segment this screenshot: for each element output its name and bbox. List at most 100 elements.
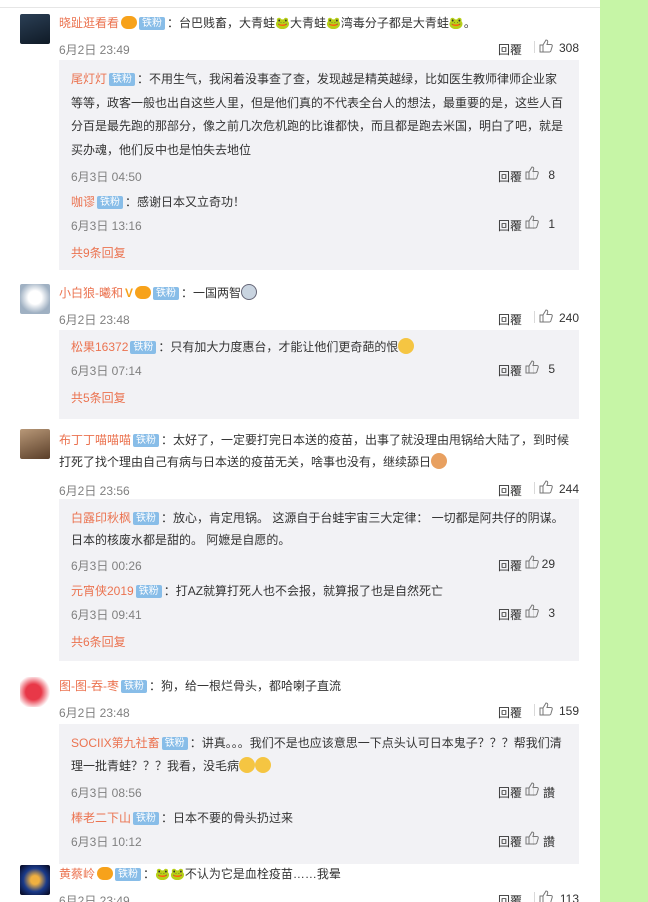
divider (534, 311, 535, 323)
like-count: 3 (548, 606, 555, 620)
like-button[interactable]: 讚 (525, 782, 555, 800)
like-count: 8 (548, 168, 555, 182)
like-count: 244 (558, 482, 579, 496)
username-link[interactable]: 棒老二下山 (71, 811, 131, 825)
timestamp: 6月2日 23:48 (59, 313, 130, 327)
timestamp: 6月3日 08:56 (71, 786, 142, 800)
username-link[interactable]: 尾灯灯 (71, 72, 107, 86)
username-link[interactable]: SOCIIX第九社畜 (71, 736, 160, 750)
reply-text: 棒老二下山 铁粉 ：日本不要的骨头扔过来 (71, 801, 567, 827)
username-link[interactable]: 晓趾逛看看 (59, 16, 119, 30)
username-link[interactable]: 元宵侠2019 (71, 584, 134, 598)
like-count: 29 (541, 557, 555, 571)
comment-meta: 6月2日 23:49 回覆 113 (59, 889, 579, 902)
fan-badge[interactable]: 铁粉 (135, 585, 162, 598)
reply-button[interactable]: 回覆 (498, 41, 522, 58)
divider (534, 892, 535, 902)
like-button[interactable]: 3 (525, 604, 555, 622)
like-button[interactable]: 113 (539, 890, 579, 902)
reply-content: ：只有加大力度惠台，才能让他们更奇葩的恨 (158, 340, 399, 354)
reply-button[interactable]: 回覆 (498, 704, 522, 721)
reply-text: 白露印秋枫 铁粉 ：放心，肯定甩锅。 这源自于台蛙宇宙三大定律： 一切都是阿共仔的阴… (71, 499, 567, 551)
fan-badge[interactable]: 铁粉 (133, 434, 160, 447)
reply-button[interactable]: 回覆 (498, 311, 522, 328)
reply-box: 白露印秋枫 铁粉 ：放心，肯定甩锅。 这源自于台蛙宇宙三大定律： 一切都是阿共仔的阴… (59, 499, 579, 661)
fan-badge[interactable]: 铁粉 (153, 287, 180, 300)
reply-button[interactable]: 回覆 (498, 217, 522, 234)
thumbs-up-icon (539, 890, 553, 902)
like-button[interactable]: 244 (539, 480, 579, 498)
reply-button[interactable]: 回覆 (498, 833, 522, 850)
view-more-replies-link[interactable]: 共9条回复 (59, 234, 579, 266)
reply-item: 松果16372 铁粉 ：只有加大力度惠台，才能让他们更奇葩的恨 6月3日 07:14… (59, 330, 579, 379)
view-more-replies-link[interactable]: 共6条回复 (59, 623, 579, 655)
verified-v-icon: V (125, 286, 134, 300)
comment-text: 布丁丁喵喵喵 铁粉 ：太好了，一定要打完日本送的疫苗，出事了就没理由甩锅给大陆了，到… (59, 429, 579, 473)
reply-content: ：不用生气，我闲着没事查了查，发现越是精英越绿，比如医生教师律师企业家等等，政客… (71, 72, 564, 157)
like-button[interactable]: 159 (539, 702, 579, 720)
fan-badge[interactable]: 铁粉 (121, 680, 147, 693)
like-label: 讚 (542, 835, 555, 849)
username-link[interactable]: 布丁丁喵喵喵 (59, 433, 131, 447)
username-link[interactable]: 黄蔡岭 (59, 867, 95, 881)
reply-button[interactable]: 回覆 (498, 784, 522, 801)
like-button[interactable]: 8 (525, 166, 555, 184)
reply-button[interactable]: 回覆 (498, 557, 522, 574)
like-button[interactable]: 308 (539, 39, 579, 57)
comment-content: ：一国两智 (181, 286, 242, 300)
fan-badge[interactable]: 铁粉 (130, 341, 157, 354)
fan-badge[interactable]: 铁粉 (139, 17, 166, 30)
timestamp: 6月3日 00:26 (71, 559, 142, 573)
fan-badge[interactable]: 铁粉 (109, 73, 136, 86)
reply-meta: 6月3日 13:16 回覆 1 (71, 214, 567, 234)
reply-button[interactable]: 回覆 (498, 892, 522, 902)
thumbs-up-icon (525, 555, 539, 569)
divider (534, 704, 535, 716)
username-link[interactable]: 小白狼-曦和 (59, 286, 123, 300)
avatar[interactable] (20, 14, 50, 44)
reply-button[interactable]: 回覆 (498, 168, 522, 185)
reply-button[interactable]: 回覆 (498, 482, 522, 499)
reply-item: SOCIIX第九社畜 铁粉 ：讲真。。。我们不是也应该意思一下点头认可日本鬼子？？？… (59, 724, 579, 801)
fan-badge[interactable]: 铁粉 (133, 812, 160, 825)
comment-content: ：台巴贱畜，大青蛙🐸大青蛙🐸湾毒分子都是大青蛙🐸。 (167, 16, 476, 30)
reply-meta: 6月3日 08:56 回覆 讚 (71, 781, 567, 801)
avatar[interactable] (20, 284, 50, 314)
username-link[interactable]: 白露印秋枫 (71, 511, 131, 525)
fan-badge[interactable]: 铁粉 (115, 868, 142, 881)
fan-badge[interactable]: 铁粉 (161, 737, 188, 750)
vip-icon (121, 16, 138, 29)
timestamp: 6月2日 23:56 (59, 484, 130, 498)
like-button[interactable]: 5 (525, 360, 555, 378)
timestamp: 6月2日 23:48 (59, 706, 130, 720)
reply-item: 元宵侠2019 铁粉 ：打AZ就算打死人也不会报，就算报了也是自然死亡 6月3日 0… (59, 574, 579, 623)
fan-badge[interactable]: 铁粉 (97, 196, 124, 209)
like-button[interactable]: 1 (525, 215, 555, 233)
reply-text: 尾灯灯 铁粉 ：不用生气，我闲着没事查了查，发现越是精英越绿，比如医生教师律师企业家… (71, 60, 567, 162)
username-link[interactable]: 图-图-吞-枣 (59, 679, 119, 693)
laughing-tears-emoji-icon (255, 757, 272, 773)
comment-content: ：🐸🐸不认为它是血栓疫苗……我晕 (143, 867, 341, 881)
fan-badge[interactable]: 铁粉 (133, 512, 160, 525)
reply-item: 咖谬 铁粉 ：感谢日本又立奇功！ 6月3日 13:16 回覆 1 (59, 185, 579, 234)
like-button[interactable]: 240 (539, 309, 579, 327)
username-link[interactable]: 松果16372 (71, 340, 128, 354)
reply-content: ：日本不要的骨头扔过来 (161, 811, 294, 825)
timestamp: 6月2日 23:49 (59, 43, 130, 57)
like-button[interactable]: 讚 (525, 831, 555, 849)
thumbs-up-icon (525, 604, 539, 618)
view-more-replies-link[interactable]: 共5条回复 (59, 379, 579, 411)
reply-button[interactable]: 回覆 (498, 606, 522, 623)
reply-button[interactable]: 回覆 (498, 362, 522, 379)
avatar[interactable] (20, 865, 50, 895)
avatar[interactable] (20, 677, 50, 707)
comment-text: 黄蔡岭 铁粉 ：🐸🐸不认为它是血栓疫苗……我晕 (59, 865, 579, 883)
like-button[interactable]: 29 (525, 555, 555, 573)
username-link[interactable]: 咖谬 (71, 195, 95, 209)
avatar[interactable] (20, 429, 50, 459)
reply-content: ：打AZ就算打死人也不会报，就算报了也是自然死亡 (163, 584, 444, 598)
comment-content: ：狗，给一根烂骨头，都哈喇子直流 (149, 679, 342, 693)
comment-text: 小白狼-曦和 V 铁粉 ：一国两智 (59, 284, 579, 302)
like-count: 308 (558, 41, 579, 55)
reply-box: 尾灯灯 铁粉 ：不用生气，我闲着没事查了查，发现越是精英越绿，比如医生教师律师企业家… (59, 60, 579, 270)
